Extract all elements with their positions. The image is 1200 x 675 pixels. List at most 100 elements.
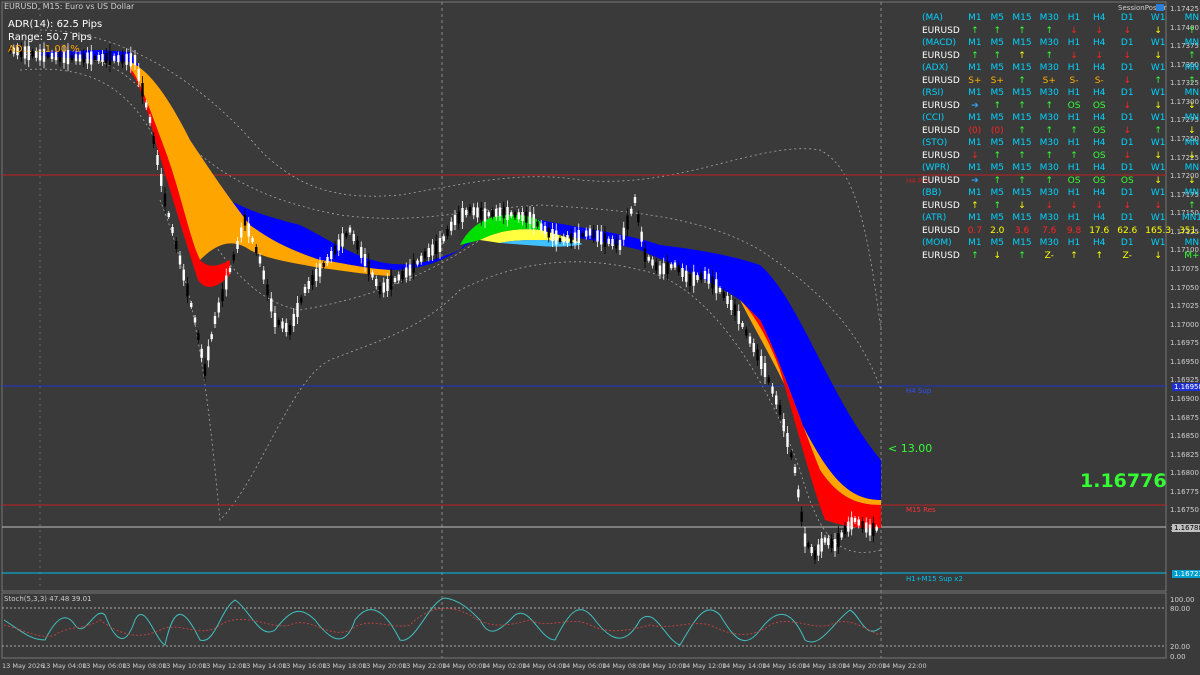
candle-body	[193, 317, 197, 323]
dashboard-row-label: (BB)	[922, 188, 942, 199]
candle-body	[133, 55, 137, 65]
candle-body	[543, 226, 547, 234]
candle-body	[243, 214, 247, 226]
signal-cell: ↑	[993, 200, 1002, 211]
timeframe-header: MN	[1184, 63, 1200, 74]
candle-body	[872, 522, 875, 536]
time-tick: 13 May 06:00	[82, 662, 127, 670]
signal-cell: S+	[968, 75, 982, 86]
signal-cell: OS	[1092, 150, 1106, 161]
time-tick: 13 May 10:00	[162, 662, 207, 670]
signal-cell: ↓	[1154, 150, 1162, 161]
signal-cell: ↑	[993, 150, 1002, 161]
dashboard-row-label: (ATR)	[922, 213, 947, 224]
dashboard-row-label: (CCI)	[922, 113, 945, 124]
candle-body	[673, 262, 677, 268]
candle-body	[651, 259, 654, 266]
signal-cell: ↓	[1123, 150, 1132, 161]
timeframe-header: W1	[1150, 113, 1166, 124]
time-tick: 13 May 04:00	[42, 662, 87, 670]
time-tick: 14 May 16:00	[762, 662, 807, 670]
timeframe-header: M1	[968, 138, 982, 149]
time-tick: 14 May 02:00	[482, 662, 527, 670]
candle-body	[847, 521, 850, 532]
candle-body	[251, 238, 254, 242]
candle-body	[468, 207, 472, 213]
time-tick: 13 May 20:00	[362, 662, 407, 670]
timeframe-header: H4	[1092, 13, 1106, 24]
candle-body	[182, 269, 185, 281]
timeframe-header: M5	[990, 163, 1005, 174]
candle-body	[733, 304, 737, 316]
candle-body	[446, 229, 449, 236]
signal-cell: ↑	[971, 250, 979, 261]
candle-body	[726, 296, 729, 304]
signal-cell: ↓	[1154, 50, 1162, 61]
candle-body	[592, 229, 595, 239]
signal-cell: ↓	[1123, 25, 1132, 36]
timeframe-header: W1	[1150, 213, 1166, 224]
candle-body	[386, 279, 389, 291]
candle-body	[827, 538, 830, 546]
time-tick: 14 May 12:00	[682, 662, 727, 670]
candle-body	[152, 136, 155, 144]
candle-body	[666, 261, 669, 274]
timeframe-header: H1	[1067, 213, 1081, 224]
signal-cell: S+	[990, 75, 1004, 86]
candle-body	[210, 334, 213, 340]
adr-label: ADR(14): 62.5 Pips	[8, 19, 103, 30]
timeframe-header: M1	[968, 113, 982, 124]
signal-cell: ↑	[1154, 75, 1162, 86]
candle-body	[707, 273, 710, 284]
time-tick: 14 May 00:00	[442, 662, 487, 670]
timeframe-header: W1	[1150, 38, 1166, 49]
dashboard-signal-row: EURUSD (0) (0) ↑ ↑ ↑ OS ↓ ↑ ↓	[918, 125, 1200, 138]
timeframe-header: H1	[1067, 38, 1081, 49]
signal-cell: 9.8	[1066, 225, 1082, 236]
timeframe-header: H1	[1067, 238, 1081, 249]
time-tick: 14 May 10:00	[642, 662, 687, 670]
candle-body	[875, 526, 878, 531]
timeframe-header: MN	[1184, 113, 1200, 124]
dashboard-signal-row: EURUSD ↑ ↑ ↓ ↓ ↓ ↓ ↓ ↓ ↑	[918, 200, 1200, 213]
price-tick: 1.16775	[1170, 487, 1199, 496]
candle-body	[442, 236, 445, 242]
price-tick: 1.17050	[1170, 283, 1199, 292]
candle-body	[692, 271, 695, 286]
candle-body	[786, 433, 789, 447]
candle-body	[356, 240, 359, 250]
candle-body	[423, 251, 427, 259]
time-tick: 14 May 08:00	[602, 662, 647, 670]
candle-body	[487, 212, 490, 217]
signal-cell: ↑	[1018, 125, 1026, 136]
signal-cell: ↑	[1045, 175, 1054, 186]
dashboard-row-label: EURUSD	[922, 150, 960, 161]
signal-cell: ↓	[1123, 50, 1132, 61]
candle-body	[603, 233, 607, 247]
signal-cell: ↑	[993, 175, 1002, 186]
candle-body	[420, 255, 423, 262]
candle-body	[311, 275, 314, 285]
signal-cell: ➔	[971, 100, 979, 111]
candle-body	[577, 230, 580, 243]
time-tick: 14 May 22:00	[882, 662, 927, 670]
candle-body	[345, 233, 348, 237]
candle-body	[670, 264, 673, 269]
dashboard-row-label: (WPR)	[922, 163, 950, 174]
candle-body	[129, 53, 133, 67]
timeframe-header: H4	[1092, 38, 1106, 49]
candle-body	[315, 269, 318, 281]
signal-cell: ↑	[1018, 50, 1026, 61]
candle-body	[551, 229, 554, 241]
candle-body	[303, 287, 307, 293]
timeframe-header: M5	[990, 238, 1005, 249]
candle-body	[296, 303, 299, 317]
candle-body	[90, 51, 93, 65]
menu-icon[interactable]	[1156, 4, 1164, 11]
timeframe-header: W1	[1150, 163, 1166, 174]
dashboard-header-row: (ADX) M1 M5 M15 M30 H1 H4 D1 W1 MN	[918, 62, 1200, 75]
candle-body	[225, 275, 228, 290]
timeframe-header: MN	[1184, 188, 1200, 199]
stoch-tick: 100.00	[1170, 596, 1195, 604]
dashboard-row-label: EURUSD	[922, 225, 960, 236]
